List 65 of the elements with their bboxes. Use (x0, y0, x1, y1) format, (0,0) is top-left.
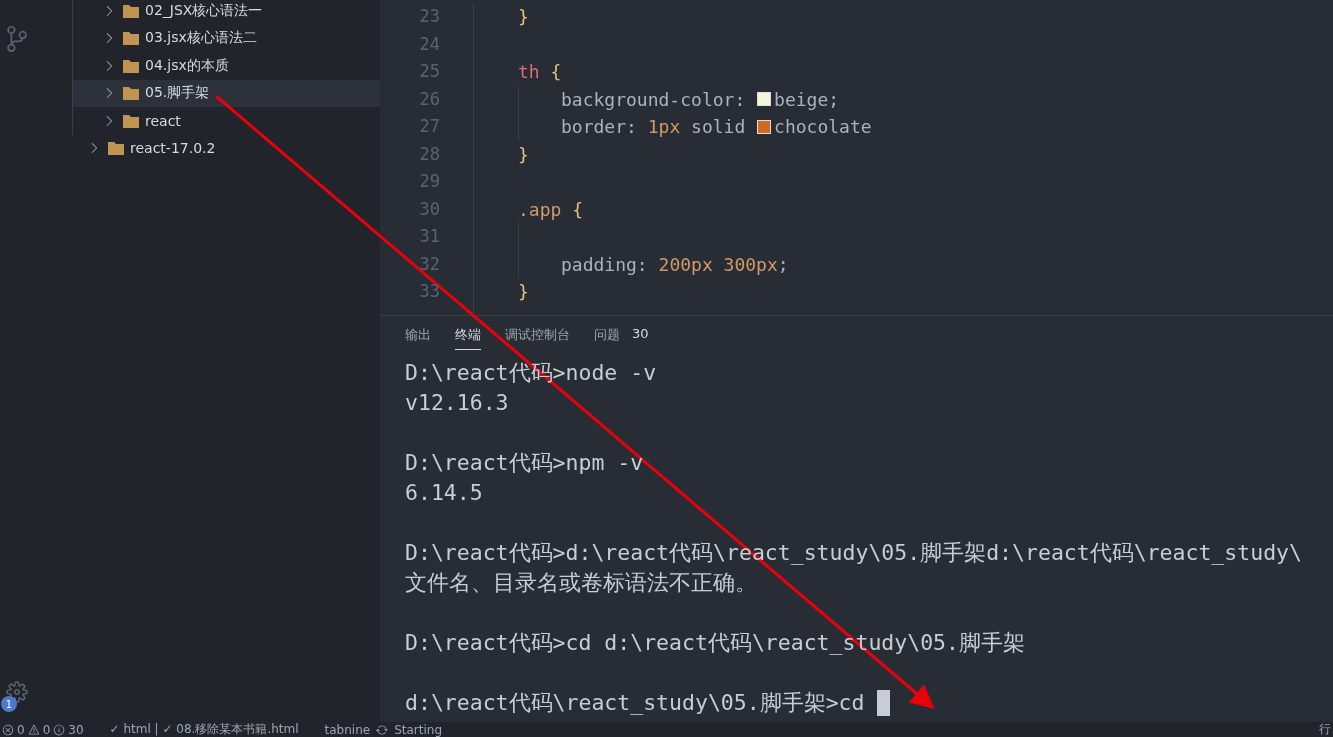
code-token: th (518, 60, 540, 84)
code-token: solid (690, 115, 747, 139)
tree-item[interactable]: react (73, 107, 380, 135)
sync-icon (376, 723, 389, 736)
terminal-line: 6.14.5 (405, 479, 483, 507)
tree-item[interactable]: 03.jsx核心语法二 (73, 24, 380, 52)
file-status[interactable]: ✓ html | ✓ 08.移除某本书籍.html (109, 721, 299, 737)
line-number: 32 (419, 252, 440, 276)
code-token: } (518, 142, 529, 167)
line-number: 26 (419, 87, 440, 111)
code-token: background-color: (561, 87, 747, 112)
color-swatch[interactable] (757, 92, 772, 107)
code-token: { (571, 197, 584, 222)
info-icon (53, 723, 66, 736)
panel-tab[interactable]: 输出 (405, 326, 431, 350)
line-number: 24 (419, 32, 440, 56)
terminal-line: 文件名、目录名或卷标语法不正确。 (405, 569, 757, 597)
terminal-line: v12.16.3 (405, 389, 509, 417)
panel-tab[interactable]: 问题 30 (594, 326, 649, 350)
code-token: beige; (774, 87, 840, 112)
info-count: 30 (68, 722, 84, 737)
panel-tab[interactable]: 调试控制台 (505, 326, 570, 350)
folder-icon (108, 141, 124, 156)
folder-icon (123, 58, 139, 73)
line-number: 30 (419, 197, 440, 221)
problems-status[interactable]: 0 0 30 (2, 722, 84, 737)
folder-icon (123, 3, 139, 18)
code-token: padding: (561, 252, 649, 277)
tree-item[interactable]: 04.jsx的本质 (73, 52, 380, 80)
line-number: 28 (419, 142, 440, 166)
source-control-icon[interactable] (4, 26, 30, 52)
terminal-cursor (877, 690, 891, 716)
panel-tab[interactable]: 终端 (455, 326, 481, 350)
warning-icon (27, 723, 40, 736)
notification-badge: 1 (1, 696, 17, 712)
code-token: 1px (647, 115, 681, 139)
folder-icon (123, 86, 139, 101)
task-status[interactable]: Starting (394, 722, 443, 737)
cursor-position[interactable]: 行 (1319, 721, 1331, 737)
tree-item[interactable]: 05.脚手架 (73, 79, 380, 107)
tree-item[interactable]: react-17.0.2 (34, 134, 380, 162)
code-token: 200px 300px (658, 252, 778, 277)
line-number: 31 (419, 225, 440, 248)
line-number: 33 (419, 280, 440, 303)
error-count: 0 (17, 722, 25, 737)
line-number: 27 (419, 115, 440, 138)
folder-icon (123, 113, 139, 128)
code-token: { (549, 60, 562, 84)
code-token: } (518, 280, 529, 304)
line-number: 29 (419, 170, 440, 193)
folder-icon (123, 31, 139, 46)
terminal-line: D:\react代码>npm -v (405, 449, 644, 477)
code-token: .app (518, 197, 562, 222)
code-token: border: (561, 115, 638, 139)
tree-item[interactable]: 02_JSX核心语法一 (73, 0, 380, 25)
color-swatch[interactable] (757, 119, 772, 134)
line-number: 23 (419, 5, 440, 28)
error-icon (2, 723, 14, 736)
line-number: 25 (419, 60, 440, 83)
warning-count: 0 (42, 722, 51, 737)
code-token: chocolate (774, 115, 872, 139)
code-token: } (518, 5, 529, 29)
terminal-line: d:\react代码\react_study\05.脚手架>cd (405, 689, 866, 717)
tabnine-status[interactable]: tabnine (324, 722, 371, 737)
code-token: ; (777, 252, 789, 277)
